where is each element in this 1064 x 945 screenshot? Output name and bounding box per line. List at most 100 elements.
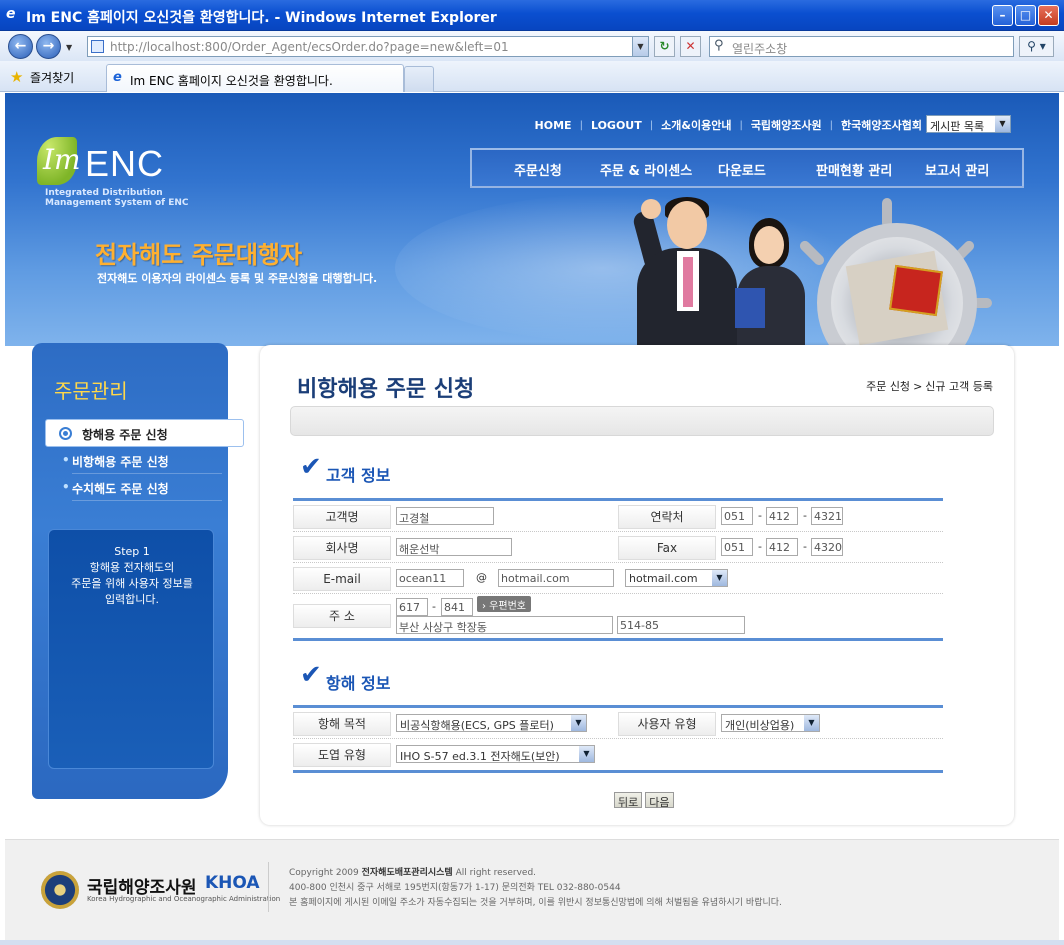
refresh-button[interactable]: ↻ <box>654 36 675 57</box>
zip-first-input[interactable]: 617 <box>396 598 428 616</box>
step-info-box: Step 1 항해용 전자해도의 주문을 위해 사용자 정보를 입력합니다. <box>48 529 214 769</box>
breadcrumb-new-customer: 신규 고객 등록 <box>925 380 993 393</box>
contact-area-input[interactable]: 051 <box>721 507 753 525</box>
address-main-input[interactable]: 부산 사상구 학장동 <box>396 616 613 634</box>
hero-subtitle: 전자해도 이용자의 라이센스 등록 및 주문신청을 대행합니다. <box>97 272 378 285</box>
org-english-name: Korea Hydrographic and Oceanographic Adm… <box>87 895 281 903</box>
back-form-button[interactable]: 뒤로 <box>614 792 643 809</box>
stop-button[interactable]: ✕ <box>680 36 701 57</box>
url-input[interactable]: http://localhost:800/Order_Agent/ecsOrde… <box>87 36 649 57</box>
favorites-bar: ★ 즐겨찾기 e Im ENC 홈페이지 오신것을 환영합니다. <box>0 61 1064 92</box>
menu-order-license[interactable]: 주문 & 라이센스 <box>600 160 692 179</box>
search-icon: ⚲ <box>714 38 724 53</box>
menu-order-request[interactable]: 주문신청 <box>514 160 562 179</box>
topnav-home-link[interactable]: HOME <box>535 119 572 132</box>
zipcode-search-button[interactable]: › 우편번호 <box>477 596 531 612</box>
status-bar <box>0 940 1064 945</box>
logo-im-text[interactable]: Im <box>43 143 81 176</box>
footer-divider <box>268 862 269 912</box>
fax-mid-input[interactable]: 412 <box>766 538 798 556</box>
topnav-guide-link[interactable]: 소개&이용안내 <box>661 117 731 133</box>
breadcrumb-order[interactable]: 주문 신청 <box>866 380 910 393</box>
site-header: HOME | LOGOUT | 소개&이용안내 | 국립해양조사원 | 한국해양… <box>5 93 1059 346</box>
web-page: HOME | LOGOUT | 소개&이용안내 | 국립해양조사원 | 한국해양… <box>5 93 1059 940</box>
org-abbr: KHOA <box>205 873 260 893</box>
breadcrumb: 주문 신청 > 신규 고객 등록 <box>866 380 993 393</box>
form-row: 주 소 617 - 841 › 우편번호 부산 사상구 학장동 514-85 <box>293 594 943 638</box>
minimize-button[interactable]: – <box>992 5 1013 26</box>
topnav-association-link[interactable]: 한국해양조사협회 <box>841 117 922 133</box>
main-content: 비항해용 주문 신청 주문 신청 > 신규 고객 등록 ✔ 고객 정보 고객명 고경… <box>260 345 1014 825</box>
logo-enc-text[interactable]: ENC <box>85 143 164 185</box>
new-tab-button[interactable] <box>404 66 434 92</box>
notice-text: 본 홈페이지에 게시된 이메일 주소가 자동수집되는 것을 거부하며, 이를 위… <box>289 898 782 908</box>
ie-logo-icon: e <box>6 6 16 22</box>
address-label: 주 소 <box>293 604 391 628</box>
url-text: http://localhost:800/Order_Agent/ecsOrde… <box>110 40 509 54</box>
email-label: E-mail <box>293 567 391 591</box>
tab-ie-icon: e <box>113 70 122 85</box>
user-type-label: 사용자 유형 <box>618 712 716 736</box>
customer-name-input[interactable]: 고경철 <box>396 507 494 525</box>
address-text: 400-800 인천시 중구 서해로 195번지(항동7가 1-17) 문의전화… <box>289 883 621 893</box>
favorites-star-icon[interactable]: ★ <box>10 68 23 86</box>
sidebar-item-nav-order[interactable]: 항해용 주문 신청 <box>45 419 244 447</box>
contact-mid-input[interactable]: 412 <box>766 507 798 525</box>
form-row: 회사명 해운선박 Fax 051 - 412 - 4320 <box>293 532 943 563</box>
email-domain-input[interactable]: hotmail.com <box>498 569 614 587</box>
sidebar-item-label: 항해용 주문 신청 <box>82 428 168 442</box>
next-form-button[interactable]: 다음 <box>645 792 674 809</box>
page-title: 비항해용 주문 신청 <box>297 377 475 402</box>
form-row: 도엽 유형 IHO S-57 ed.3.1 전자해도(보안) ▼ <box>293 739 943 770</box>
back-button[interactable]: ← <box>8 34 33 59</box>
search-input[interactable]: ⚲ 열린주소창 <box>709 36 1014 57</box>
sidebar: 주문관리 항해용 주문 신청 비항해용 주문 신청 수치해도 주문 신청 Ste… <box>32 343 244 799</box>
tab-title: Im ENC 홈페이지 오신것을 환영합니다. <box>130 74 333 88</box>
address-detail-input[interactable]: 514-85 <box>617 616 745 634</box>
maximize-button[interactable]: □ <box>1015 5 1036 26</box>
email-domain-select[interactable]: hotmail.com ▼ <box>625 569 728 587</box>
board-list-select[interactable]: 게시판 목록 ▼ <box>926 115 1011 133</box>
fax-last-input[interactable]: 4320 <box>811 538 843 556</box>
logo-subtitle: Integrated Distribution Management Syste… <box>45 188 189 208</box>
form-row: 항해 목적 비공식항해용(ECS, GPS 플로터) ▼ 사용자 유형 개인(비… <box>293 708 943 739</box>
topnav-khoa-link[interactable]: 국립해양조사원 <box>751 117 822 133</box>
search-go-button[interactable]: ⚲ ▾ <box>1019 36 1054 57</box>
form-row: E-mail ocean11 @ hotmail.com hotmail.com… <box>293 563 943 594</box>
page-icon <box>91 40 104 53</box>
contact-last-input[interactable]: 4321 <box>811 507 843 525</box>
favorites-button[interactable]: 즐겨찾기 <box>30 69 74 86</box>
chevron-down-icon: ▼ <box>804 715 819 731</box>
fax-label: Fax <box>618 536 716 560</box>
purpose-select[interactable]: 비공식항해용(ECS, GPS 플로터) ▼ <box>396 714 587 732</box>
url-dropdown-icon[interactable]: ▼ <box>632 37 648 56</box>
chevron-down-icon: ▼ <box>712 570 727 586</box>
topnav-logout-link[interactable]: LOGOUT <box>591 119 642 132</box>
zip-second-input[interactable]: 841 <box>441 598 473 616</box>
sidebar-item-non-nav-order[interactable]: 비항해용 주문 신청 <box>62 453 169 470</box>
window-title: Im ENC 홈페이지 오신것을 환영합니다. - Windows Intern… <box>26 10 497 26</box>
recent-pages-dropdown-icon[interactable]: ▼ <box>66 43 72 52</box>
browser-tab[interactable]: e Im ENC 홈페이지 오신것을 환영합니다. <box>106 64 404 92</box>
hero-title: 전자해도 주문대행자 <box>95 241 303 269</box>
businessman-image <box>617 193 747 346</box>
email-at-sign: @ <box>476 571 487 584</box>
close-button[interactable]: ✕ <box>1038 5 1059 26</box>
email-id-input[interactable]: ocean11 <box>396 569 464 587</box>
menu-sales-management[interactable]: 판매현황 관리 <box>816 160 892 179</box>
form-row: 고객명 고경철 연락처 051 - 412 - 4321 <box>293 501 943 532</box>
fax-area-input[interactable]: 051 <box>721 538 753 556</box>
chevron-down-icon: ▼ <box>995 116 1010 132</box>
chart-type-select[interactable]: IHO S-57 ed.3.1 전자해도(보안) ▼ <box>396 745 595 763</box>
menu-report-management[interactable]: 보고서 관리 <box>925 160 989 179</box>
ship-wheel-image <box>797 198 997 346</box>
customer-name-label: 고객명 <box>293 505 391 529</box>
voyage-form: 항해 목적 비공식항해용(ECS, GPS 플로터) ▼ 사용자 유형 개인(비… <box>293 705 943 773</box>
chart-type-label: 도엽 유형 <box>293 743 391 767</box>
company-input[interactable]: 해운선박 <box>396 538 512 556</box>
forward-button[interactable]: → <box>36 34 61 59</box>
main-menu: 주문신청 주문 & 라이센스 다운로드 판매현황 관리 보고서 관리 <box>470 148 1024 188</box>
sidebar-item-numeric-chart-order[interactable]: 수치해도 주문 신청 <box>62 480 169 497</box>
user-type-select[interactable]: 개인(비상업용) ▼ <box>721 714 820 732</box>
menu-download[interactable]: 다운로드 <box>718 160 766 179</box>
